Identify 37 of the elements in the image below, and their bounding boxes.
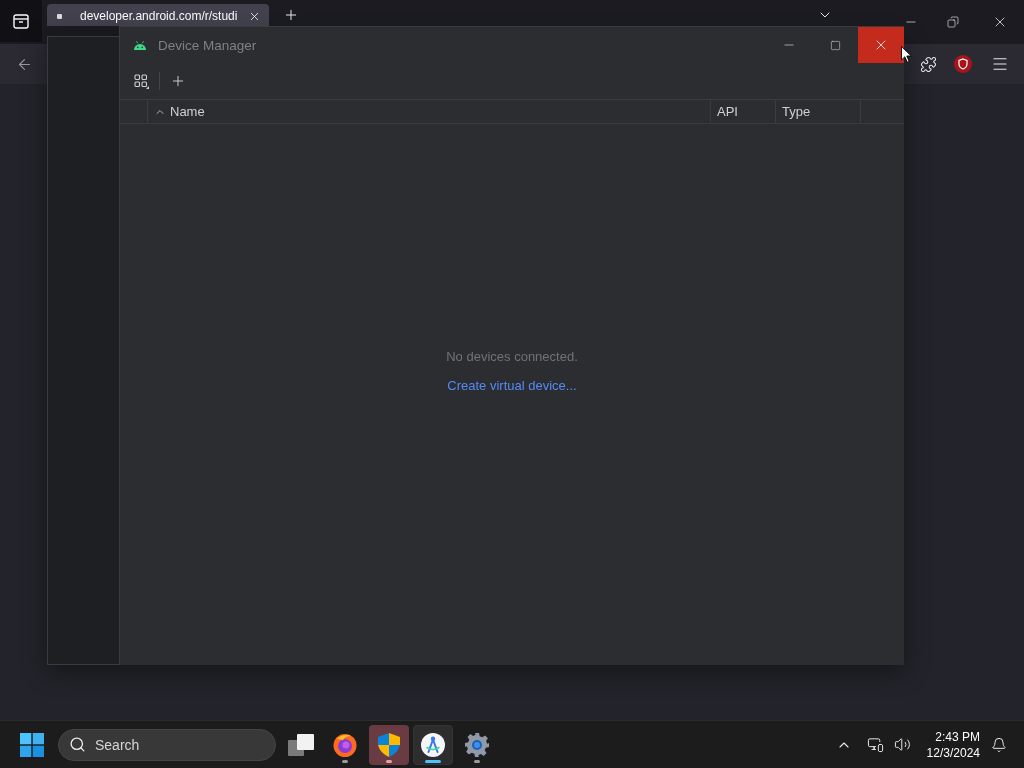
security-taskbar-button[interactable]: [369, 724, 409, 765]
compass-app-icon: [421, 732, 445, 757]
bell-icon: [991, 736, 1007, 753]
monitor-icon: [867, 736, 885, 753]
column-header[interactable]: Name: [147, 100, 710, 123]
empty-state-message: No devices connected.: [446, 348, 578, 364]
task-view-icon: [288, 733, 314, 756]
window-title: Device Manager: [158, 37, 257, 53]
firefox-view-button[interactable]: [0, 0, 42, 42]
windows-logo-icon: [20, 732, 44, 757]
search-icon: [69, 735, 86, 753]
plus-icon: [170, 73, 186, 89]
android-studio-taskbar-button[interactable]: [413, 724, 453, 765]
clock-date: 12/3/2024: [926, 744, 980, 761]
restore-icon: [947, 16, 959, 28]
maximize-icon: [829, 39, 841, 51]
shield-icon: [378, 732, 400, 757]
column-header[interactable]: API: [710, 100, 775, 123]
search-field[interactable]: Search: [58, 728, 276, 761]
volume-icon: [894, 736, 912, 753]
column-header[interactable]: Type: [775, 100, 860, 123]
clock-time: 2:43 PM: [935, 728, 980, 745]
close-tab-icon: [248, 10, 261, 23]
mouse-cursor-icon: [901, 46, 912, 63]
puzzle-icon: [919, 55, 937, 73]
grid-icon: [133, 73, 149, 89]
box-icon: [13, 13, 29, 29]
firefox-icon: [333, 732, 357, 757]
menu-icon: [991, 55, 1009, 73]
create-device-link[interactable]: Create virtual device...: [447, 377, 577, 393]
close-button[interactable]: [858, 27, 904, 63]
android-head-icon: [134, 40, 146, 50]
plus-icon: [283, 7, 299, 23]
shield-badge-icon: [954, 55, 972, 73]
favicon-icon: [57, 14, 62, 19]
settings-icon: [465, 732, 489, 757]
browser-tab[interactable]: developer.android.com/r/studi: [47, 4, 269, 26]
